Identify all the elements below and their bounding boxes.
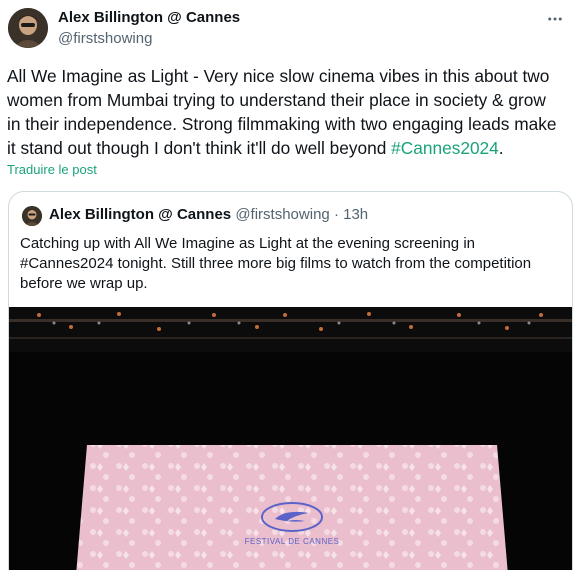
quote-text-line: Catching up with All We Imagine as Light… <box>20 235 475 252</box>
post-text: All We Imagine as Light - Very nice slow… <box>7 64 569 160</box>
quoted-post[interactable]: Alex Billington @ Cannes @firstshowing ·… <box>8 191 573 570</box>
post-text-segment: it stand out though I don't think it'll … <box>7 138 392 158</box>
quote-media-image[interactable]: FESTIVAL DE CANNES <box>9 307 572 570</box>
quote-author-name: Alex Billington @ Cannes <box>49 206 232 223</box>
more-options-button[interactable] <box>543 8 567 30</box>
translate-post-link[interactable]: Traduire le post <box>7 162 97 177</box>
more-horizontal-icon <box>548 17 562 21</box>
quote-avatar <box>22 206 42 226</box>
quote-timestamp: 13h <box>343 206 369 223</box>
hashtag-link[interactable]: #Cannes2024 <box>391 138 499 158</box>
author-name[interactable]: Alex Billington @ Cannes <box>58 9 240 26</box>
quote-author-handle: @firstshowing <box>235 206 330 223</box>
quote-text-line: before we wrap up. <box>20 275 148 292</box>
post-text-line: All We Imagine as Light - Very nice slow… <box>7 66 550 86</box>
post-text-line: women from Mumbai trying to understand t… <box>7 90 546 110</box>
quote-separator: · <box>333 206 339 223</box>
author-handle[interactable]: @firstshowing <box>58 30 152 47</box>
quote-header: Alex Billington @ Cannes @firstshowing ·… <box>49 206 368 223</box>
quote-text: Catching up with All We Imagine as Light… <box>20 234 565 294</box>
post-text-end: . <box>498 138 504 158</box>
post-text-line: in their independence. Strong filmmaking… <box>7 114 557 134</box>
post-text-line: it stand out though I don't think it'll … <box>7 136 569 160</box>
screen-logo-text: FESTIVAL DE CANNES <box>245 537 340 546</box>
quote-text-line: #Cannes2024 tonight. Still three more bi… <box>20 255 532 272</box>
avatar[interactable] <box>8 8 48 48</box>
